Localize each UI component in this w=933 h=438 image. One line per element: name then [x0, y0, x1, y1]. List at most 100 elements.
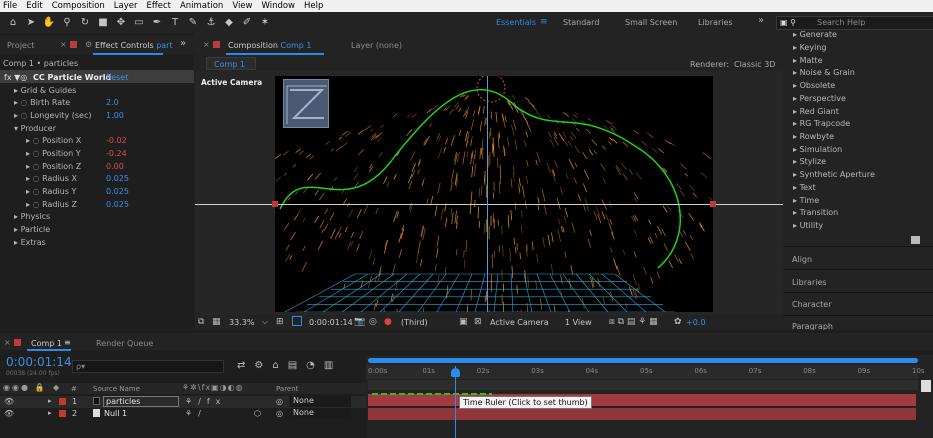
property-position-z[interactable]: ▸ ◌ Position Z: [26, 162, 81, 171]
roto-brush-tool-icon[interactable]: ✐: [240, 16, 254, 30]
close-icon[interactable]: ×: [4, 338, 11, 347]
eye-icon[interactable]: 👁: [4, 409, 14, 418]
expand-triangle-icon[interactable]: ▸: [48, 397, 52, 405]
rectangle-tool-icon[interactable]: ▭: [132, 16, 146, 30]
property-radius-x[interactable]: ▸ ◌ Radius X: [26, 174, 77, 183]
work-area-bar[interactable]: [368, 380, 918, 390]
menu-layer[interactable]: Layer: [114, 1, 138, 11]
views-layout-dropdown[interactable]: 1 View: [565, 318, 592, 327]
transparency-grid-icon[interactable]: ⊠: [474, 317, 482, 327]
panel-character[interactable]: Character: [792, 300, 832, 309]
effect-category[interactable]: ▸ Matte: [793, 56, 823, 65]
effect-category[interactable]: ▸ Perspective: [793, 94, 846, 103]
position-y-value[interactable]: -0.24: [106, 149, 127, 158]
menu-effect[interactable]: Effect: [147, 1, 171, 11]
workspace-small-screen[interactable]: Small Screen: [625, 18, 677, 27]
property-longevity[interactable]: ▸ ◌ Longevity (sec): [14, 111, 91, 120]
new-folder-icon[interactable]: [911, 236, 920, 244]
expand-triangle-icon[interactable]: ▸: [48, 409, 52, 417]
property-extras[interactable]: ▸ Extras: [14, 238, 46, 247]
birth-rate-value[interactable]: 2.0: [106, 98, 119, 107]
layer-name[interactable]: Null 1: [104, 409, 127, 418]
camera-view-dropdown[interactable]: Active Camera: [490, 318, 549, 327]
effect-category[interactable]: ▸ Generate: [793, 30, 837, 39]
radius-y-value[interactable]: 0.025: [106, 187, 129, 196]
composition-canvas[interactable]: [232, 73, 753, 346]
safe-zones-icon[interactable]: ⊞: [276, 317, 284, 327]
brush-tool-icon[interactable]: ✎: [186, 16, 200, 30]
effect-category[interactable]: ▸ Stylize: [793, 157, 826, 166]
property-birth-rate[interactable]: ▸ ◌ Birth Rate: [14, 98, 70, 107]
zoom-tool-icon[interactable]: ⚲: [60, 16, 74, 30]
search-help-input[interactable]: Search Help: [776, 16, 933, 30]
menu-view[interactable]: View: [232, 1, 252, 11]
region-of-interest-icon[interactable]: ▣: [459, 317, 468, 327]
parent-pickwhip-icon[interactable]: ◎: [276, 397, 283, 406]
property-radius-y[interactable]: ▸ ◌ Radius Y: [26, 187, 76, 196]
guide-handle[interactable]: [272, 201, 278, 207]
effect-category[interactable]: ▸ Noise & Grain: [793, 68, 855, 77]
null-layer-icon[interactable]: [283, 79, 329, 128]
panel-overflow-icon[interactable]: »: [180, 38, 186, 49]
reset-button[interactable]: Reset: [106, 73, 128, 82]
magnification-icon[interactable]: ⧉: [198, 317, 204, 327]
property-physics[interactable]: ▸ Physics: [14, 212, 50, 221]
tab-project[interactable]: Project: [7, 41, 34, 50]
layer-label-color[interactable]: [59, 410, 66, 417]
camera-tool-icon[interactable]: ■: [96, 16, 110, 30]
pen-tool-icon[interactable]: ✒: [150, 16, 164, 30]
puppet-tool-icon[interactable]: ✶: [258, 16, 272, 30]
timeline-switches-icon[interactable]: ⇄⚙⌂▤◔▥: [237, 360, 342, 371]
parent-pickwhip-icon[interactable]: ◎: [276, 409, 283, 418]
tab-render-queue[interactable]: Render Queue: [96, 339, 153, 348]
effect-category[interactable]: ▸ Red Giant: [793, 107, 839, 116]
workspace-essentials[interactable]: Essentials: [496, 18, 536, 27]
toggle-pixel-icon[interactable]: ⧈ ⧉ ▤ ⚘ ▦: [609, 317, 658, 327]
position-x-value[interactable]: -0.02: [106, 136, 127, 145]
menu-edit[interactable]: Edit: [26, 1, 42, 11]
tab-comp-1[interactable]: Comp 1: [31, 339, 62, 348]
property-radius-z[interactable]: ▸ ◌ Radius Z: [26, 200, 77, 209]
menu-help[interactable]: Help: [304, 1, 323, 11]
exposure-value[interactable]: +0.0: [686, 318, 705, 327]
panel-libraries[interactable]: Libraries: [792, 278, 827, 287]
effect-category[interactable]: ▸ Utility: [793, 221, 823, 230]
property-position-x[interactable]: ▸ ◌ Position X: [26, 136, 81, 145]
property-particle[interactable]: ▸ Particle: [14, 225, 50, 234]
eye-icon[interactable]: 👁: [4, 397, 14, 406]
parent-dropdown[interactable]: None: [289, 408, 351, 419]
effect-category[interactable]: ▸ Keying: [793, 43, 826, 52]
layer-switches[interactable]: ⚘/fx: [185, 397, 226, 406]
layer-name[interactable]: particles: [103, 396, 179, 407]
resolution-dropdown[interactable]: (Third): [401, 318, 428, 327]
position-z-value[interactable]: 0.00: [106, 162, 124, 171]
effect-category[interactable]: ▸ Text: [793, 183, 816, 192]
renderer-value[interactable]: Classic 3D: [734, 60, 775, 69]
workspace-libraries[interactable]: Libraries: [698, 18, 733, 27]
menu-file[interactable]: File: [3, 1, 17, 11]
scroll-handle[interactable]: [921, 380, 931, 392]
clone-stamp-tool-icon[interactable]: ⚓: [204, 16, 218, 30]
zoom-dropdown[interactable]: 33.3%: [229, 318, 254, 327]
close-icon[interactable]: ×: [60, 40, 67, 49]
effect-category[interactable]: ▸ Transition: [793, 208, 838, 217]
effect-category[interactable]: ▸ Time: [793, 196, 819, 205]
workspace-menu-icon[interactable]: ≡: [540, 17, 548, 27]
pan-behind-tool-icon[interactable]: ✥: [114, 16, 128, 30]
layer-search-input[interactable]: ρ▾: [72, 360, 224, 373]
workspace-standard[interactable]: Standard: [563, 18, 599, 27]
emitter-gizmo[interactable]: [476, 73, 506, 103]
navigator-bar[interactable]: [368, 358, 918, 363]
layer-bar-particles[interactable]: [368, 394, 916, 406]
type-tool-icon[interactable]: T: [168, 16, 182, 30]
mask-visibility-icon[interactable]: [292, 316, 302, 326]
guide-handle[interactable]: [710, 201, 716, 207]
property-position-y[interactable]: ▸ ◌ Position Y: [26, 149, 81, 158]
viewer-timecode[interactable]: 0:00:01:14: [309, 318, 353, 327]
menu-window[interactable]: Window: [261, 1, 295, 11]
radius-x-value[interactable]: 0.025: [106, 174, 129, 183]
layer-label-color[interactable]: [59, 398, 66, 405]
selection-tool-icon[interactable]: ➤: [24, 16, 38, 30]
workspace-more-icon[interactable]: »: [758, 15, 764, 26]
color-channel-icon[interactable]: ●: [384, 317, 392, 327]
